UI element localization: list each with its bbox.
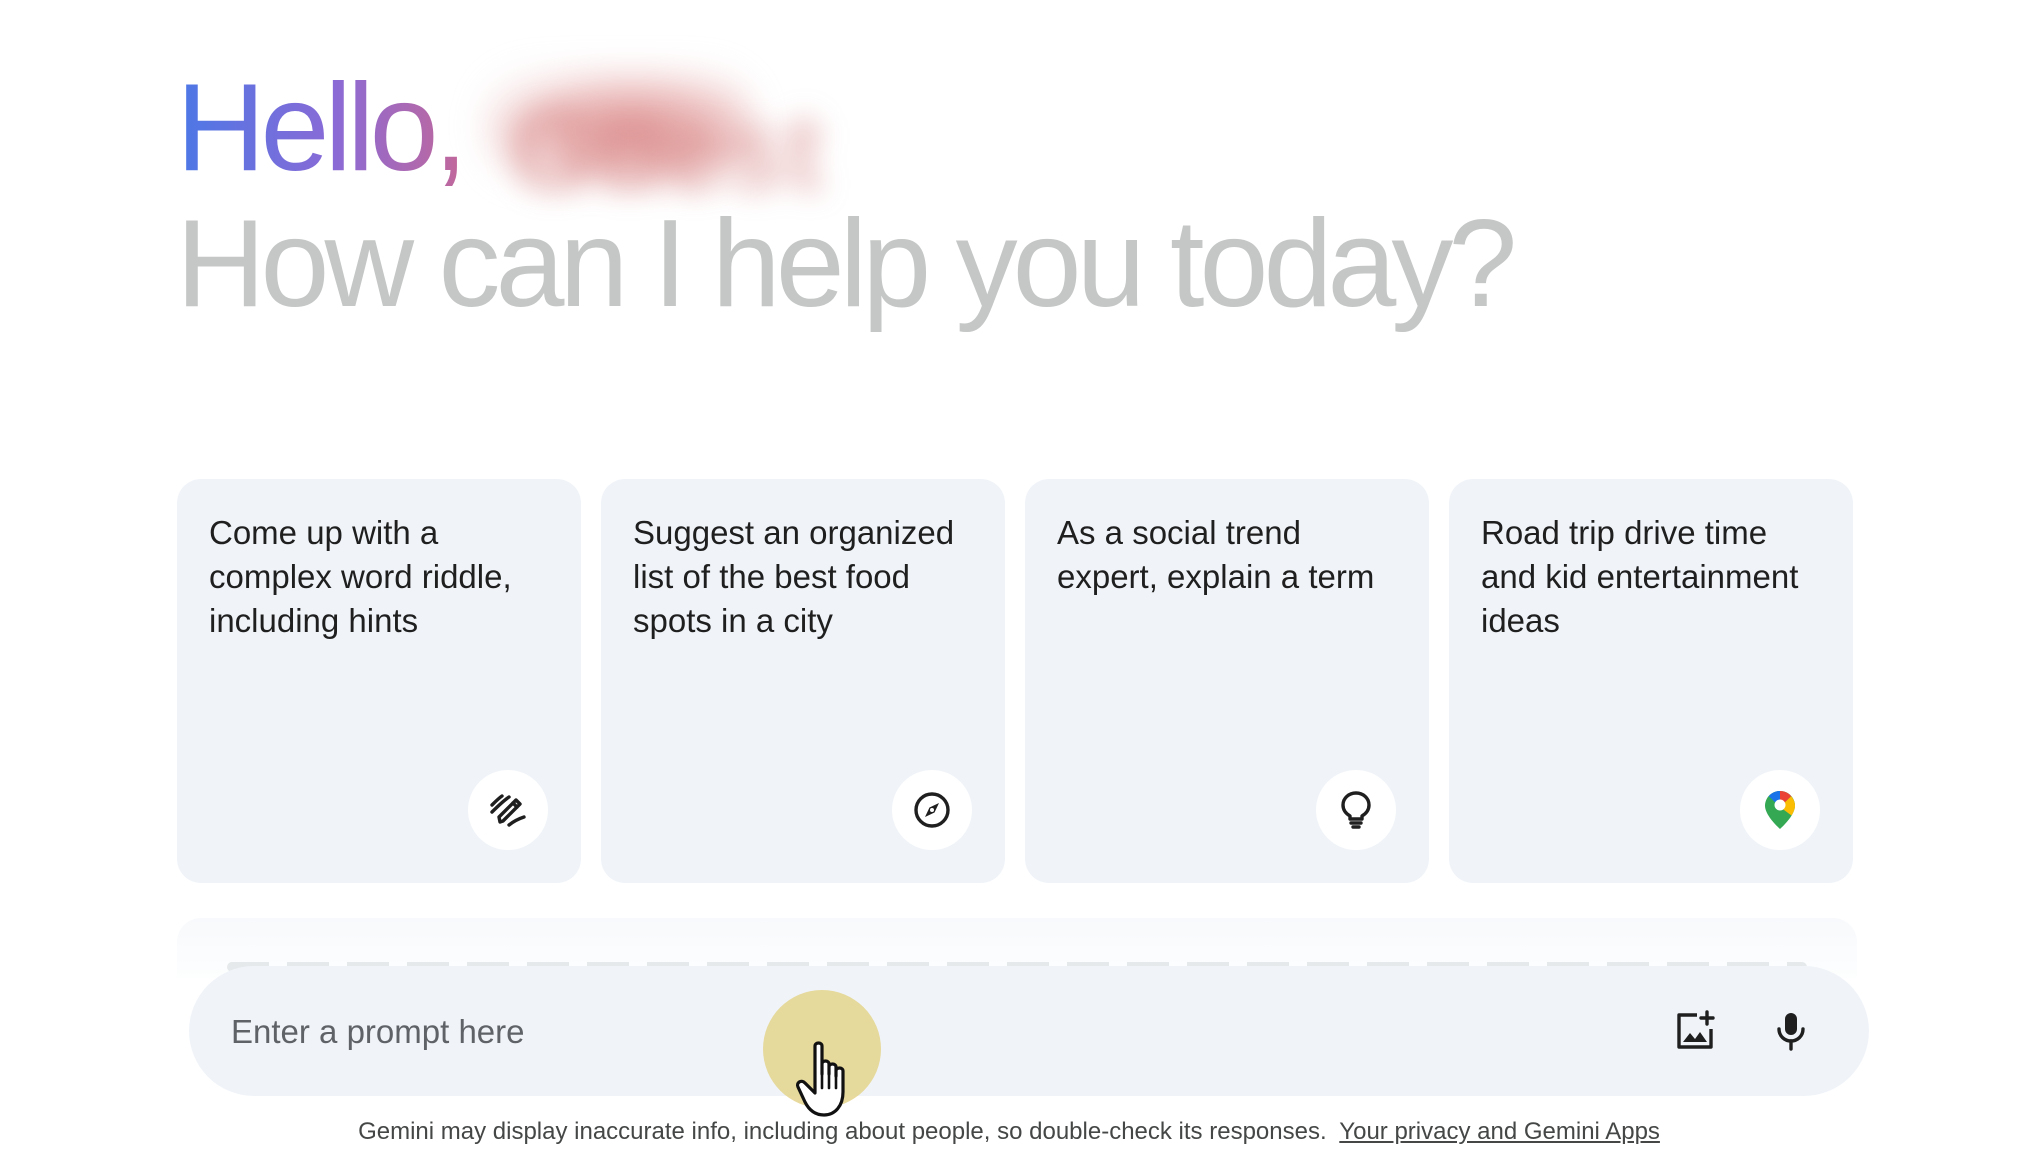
user-name-redacted: Guest — [471, 58, 823, 213]
greeting-subtitle: How can I help you today? — [176, 195, 1517, 333]
disclaimer-text: Gemini may display inaccurate info, incl… — [358, 1118, 1327, 1145]
greeting-hello: Hello, — [176, 59, 468, 197]
microphone-button[interactable] — [1759, 999, 1823, 1063]
footer-disclaimer: Gemini may display inaccurate info, incl… — [0, 1118, 2018, 1146]
microphone-icon — [1777, 1013, 1805, 1051]
suggestion-card-social-trend[interactable]: As a social trend expert, explain a term — [1025, 479, 1429, 883]
lightbulb-icon — [1316, 770, 1396, 850]
add-image-button[interactable] — [1663, 999, 1727, 1063]
suggestion-card-text: Come up with a complex word riddle, incl… — [209, 514, 512, 639]
suggestion-card-riddle[interactable]: Come up with a complex word riddle, incl… — [177, 479, 581, 883]
add-image-icon — [1677, 1010, 1715, 1049]
compass-icon — [892, 770, 972, 850]
greeting: Hello, Guest — [176, 58, 823, 213]
privacy-link[interactable]: Your privacy and Gemini Apps — [1339, 1118, 1660, 1145]
suggestion-card-text: Road trip drive time and kid entertainme… — [1481, 514, 1799, 639]
google-maps-pin-icon — [1740, 770, 1820, 850]
suggestion-card-road-trip[interactable]: Road trip drive time and kid entertainme… — [1449, 479, 1853, 883]
suggestion-card-text: As a social trend expert, explain a term — [1057, 514, 1375, 595]
suggestion-cards: Come up with a complex word riddle, incl… — [177, 479, 1853, 883]
suggestion-card-food-spots[interactable]: Suggest an organized list of the best fo… — [601, 479, 1005, 883]
hand-pointer-cursor-icon — [795, 1041, 845, 1117]
pen-sparkle-icon — [468, 770, 548, 850]
suggestion-card-text: Suggest an organized list of the best fo… — [633, 514, 955, 639]
prompt-input[interactable] — [229, 966, 1633, 1098]
gemini-home-page: Hello, Guest How can I help you today? C… — [0, 0, 2018, 1158]
prompt-bar — [189, 966, 1869, 1098]
